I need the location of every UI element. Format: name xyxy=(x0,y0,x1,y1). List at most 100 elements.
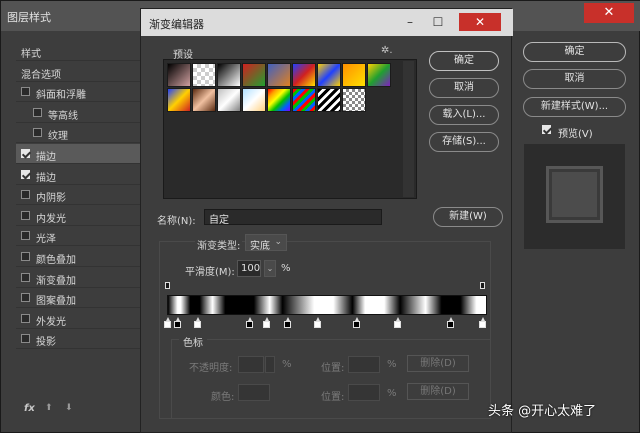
layer-style-checkbox[interactable] xyxy=(21,190,30,200)
gradient-preset-swatch[interactable] xyxy=(242,88,266,112)
ok-button[interactable]: 确定 xyxy=(429,51,499,71)
color-stop[interactable] xyxy=(164,317,171,328)
layer-style-item-label: 内阴影 xyxy=(36,193,66,205)
layer-style-item[interactable]: 颜色叠加 xyxy=(16,247,144,267)
layer-style-item[interactable]: 纹理 xyxy=(16,123,144,144)
preview-thumbnail xyxy=(546,166,603,223)
opacity-location-field xyxy=(348,356,380,373)
name-field[interactable]: 自定 xyxy=(204,209,382,226)
layer-style-item[interactable]: 渐变叠加 xyxy=(16,268,144,288)
minimize-icon[interactable]: – xyxy=(397,13,423,31)
load-button[interactable]: 载入(L)... xyxy=(429,105,499,125)
opacity-stop[interactable] xyxy=(165,282,170,289)
layer-style-item-label: 描边 xyxy=(36,152,56,163)
gradient-preset-swatch[interactable] xyxy=(242,63,266,87)
layer-style-item-label: 外发光 xyxy=(36,316,66,328)
layer-style-item[interactable]: 等高线 xyxy=(16,103,144,123)
fx-icon[interactable]: fx xyxy=(24,403,35,414)
maximize-icon[interactable]: ☐ xyxy=(425,13,451,31)
gradient-preset-swatch[interactable] xyxy=(342,88,366,112)
preview-checkbox[interactable] xyxy=(542,125,551,134)
layer-style-checkbox[interactable] xyxy=(33,128,42,138)
gradient-type-value: 实底 xyxy=(250,241,270,252)
gradient-preset-swatch[interactable] xyxy=(267,88,291,112)
gear-icon[interactable]: ✲. xyxy=(381,45,393,56)
style-preview xyxy=(524,144,625,249)
gradient-editor-titlebar[interactable]: 渐变编辑器 – ☐ ✕ xyxy=(141,9,513,36)
cancel-button[interactable]: 取消 xyxy=(429,78,499,98)
gradient-editor-dialog: 渐变编辑器 – ☐ ✕ 预设 ✲. 确定 取消 载入(L)... 存储(S)..… xyxy=(140,8,513,433)
layer-style-item[interactable]: 投影 xyxy=(16,329,144,350)
gradient-preset-swatch[interactable] xyxy=(367,63,391,87)
close-icon[interactable]: ✕ xyxy=(584,3,634,23)
layer-style-checkbox[interactable] xyxy=(21,252,30,261)
gradient-preset-swatch[interactable] xyxy=(292,88,316,112)
layer-style-checkbox[interactable] xyxy=(21,334,30,344)
layer-style-item[interactable]: 斜面和浮雕 xyxy=(16,82,144,103)
chevron-down-icon[interactable]: ⌄ xyxy=(264,260,276,277)
opacity-stop[interactable] xyxy=(480,282,486,289)
opacity-label: 不透明度: xyxy=(189,363,233,374)
color-stop[interactable] xyxy=(194,317,202,328)
layer-style-item-label: 光泽 xyxy=(36,234,56,246)
color-stop[interactable] xyxy=(245,317,253,328)
move-up-icon[interactable]: ⬆ xyxy=(45,403,53,413)
color-stop[interactable] xyxy=(314,317,322,328)
layer-style-checkbox[interactable] xyxy=(21,87,30,97)
gradient-preset-swatch[interactable] xyxy=(267,63,291,87)
layer-style-checkbox[interactable] xyxy=(21,149,30,158)
layer-style-item[interactable]: 描边 xyxy=(16,165,144,185)
layer-style-checkbox[interactable] xyxy=(21,293,30,303)
gradient-preset-swatch[interactable] xyxy=(217,63,241,87)
new-style-button[interactable]: 新建样式(W)... xyxy=(523,97,626,117)
gradient-preset-swatch[interactable] xyxy=(342,63,366,87)
delete-opacity-button: 删除(D) xyxy=(407,355,469,372)
layer-style-item[interactable]: 混合选项 xyxy=(16,62,144,82)
name-label: 名称(N): xyxy=(157,216,196,227)
gradient-type-select[interactable]: 实底 ⌄ xyxy=(245,234,287,252)
layer-style-checkbox[interactable] xyxy=(21,313,30,323)
gradient-preset-swatch[interactable] xyxy=(217,88,241,112)
color-stop[interactable] xyxy=(447,317,455,328)
layer-style-checkbox[interactable] xyxy=(21,231,30,241)
gradient-preset-swatch[interactable] xyxy=(167,88,191,112)
smoothness-field[interactable]: 100 xyxy=(237,260,261,277)
layer-style-ok-button[interactable]: 确定 xyxy=(523,42,626,62)
layer-style-checkbox[interactable] xyxy=(21,210,30,220)
save-button[interactable]: 存储(S)... xyxy=(429,132,499,152)
presets-scrollbar[interactable] xyxy=(403,61,414,197)
gradient-preset-swatch[interactable] xyxy=(167,63,191,87)
gradient-preset-swatch[interactable] xyxy=(192,63,216,87)
new-gradient-button[interactable]: 新建(W) xyxy=(433,207,503,227)
color-stop[interactable] xyxy=(173,317,181,328)
layer-style-item-label: 渐变叠加 xyxy=(36,275,76,287)
close-icon[interactable]: ✕ xyxy=(459,13,501,31)
layer-style-item-label: 投影 xyxy=(36,337,56,349)
gradient-preset-swatch[interactable] xyxy=(192,88,216,112)
layer-style-item[interactable]: 内发光 xyxy=(16,206,144,226)
layer-style-item-label: 颜色叠加 xyxy=(36,255,76,266)
layer-style-title: 图层样式 xyxy=(7,11,51,24)
watermark: 头条 @开心太难了 xyxy=(488,404,597,419)
move-down-icon[interactable]: ⬇ xyxy=(65,403,73,413)
layer-style-item[interactable]: 图案叠加 xyxy=(16,288,144,309)
layer-style-item[interactable]: 描边 xyxy=(16,144,144,164)
gradient-preset-swatch[interactable] xyxy=(317,88,341,112)
layer-style-cancel-button[interactable]: 取消 xyxy=(523,69,626,89)
color-stop[interactable] xyxy=(352,317,360,328)
layer-style-checkbox[interactable] xyxy=(33,107,42,117)
layer-style-item[interactable]: 内阴影 xyxy=(16,185,144,206)
gradient-preset-swatch[interactable] xyxy=(292,63,316,87)
gradient-preset-swatch[interactable] xyxy=(317,63,341,87)
color-stop[interactable] xyxy=(284,317,291,328)
color-stop[interactable] xyxy=(394,317,402,328)
color-stop[interactable] xyxy=(263,317,271,328)
color-stop[interactable] xyxy=(479,317,487,328)
layer-style-item[interactable]: 外发光 xyxy=(16,309,144,329)
gradient-bar[interactable] xyxy=(167,295,487,315)
layer-style-checkbox[interactable] xyxy=(21,272,30,282)
opacity-location-label: 位置: xyxy=(321,363,345,374)
layer-style-item[interactable]: 样式 xyxy=(16,41,144,61)
layer-style-item[interactable]: 光泽 xyxy=(16,226,144,247)
layer-style-checkbox[interactable] xyxy=(21,169,30,179)
